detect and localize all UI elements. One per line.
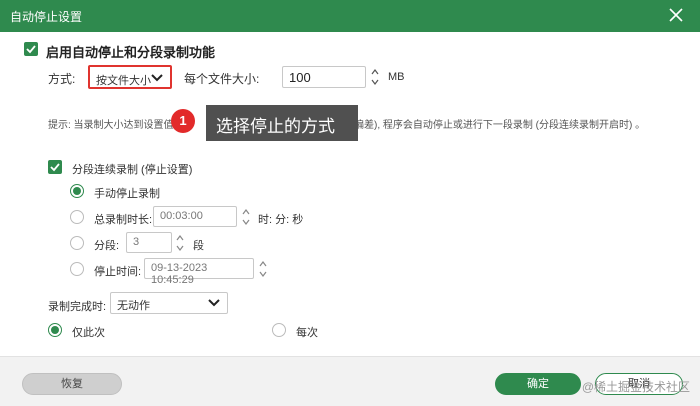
segments-label: 分段: (94, 240, 120, 252)
close-icon[interactable] (666, 5, 686, 25)
segments-stepper[interactable] (174, 232, 186, 252)
title-bar: 自动停止设置 (0, 0, 700, 32)
stepper-up-icon[interactable] (257, 258, 269, 268)
segmented-recording-checkbox[interactable] (48, 160, 62, 174)
hint-text-end: 一定的偏差), 程序会自动停止或进行下一段录制 (分段连续录制开启时) 。 (324, 120, 646, 131)
callout-tooltip: 选择停止的方式 (206, 105, 358, 141)
watermark: @稀土掘金技术社区 (581, 380, 690, 394)
total-duration-input[interactable]: 00:03:00 (153, 206, 237, 227)
every-time-label: 每次 (296, 327, 318, 339)
stop-time-value: 09-13-2023 10:45:29 (151, 262, 208, 286)
segments-input[interactable]: 3 (126, 232, 172, 253)
on-complete-value: 无动作 (117, 300, 150, 312)
stepper-up-icon[interactable] (174, 232, 186, 242)
radio-every-time[interactable] (272, 323, 286, 337)
file-size-unit: MB (388, 71, 405, 83)
file-size-input[interactable]: 100 (282, 66, 366, 88)
segments-unit: 段 (193, 240, 204, 252)
radio-total-duration[interactable] (70, 210, 84, 224)
manual-stop-label: 手动停止录制 (94, 188, 160, 200)
on-complete-select[interactable]: 无动作 (110, 292, 228, 314)
radio-segments[interactable] (70, 236, 84, 250)
total-duration-value: 00:03:00 (160, 210, 203, 222)
stepper-up-icon[interactable] (240, 206, 252, 216)
on-complete-label: 录制完成时: (48, 301, 107, 313)
ok-button[interactable]: 确定 (495, 373, 581, 395)
stop-time-input[interactable]: 09-13-2023 10:45:29 (144, 258, 254, 286)
chevron-down-icon (151, 74, 163, 82)
file-size-value: 100 (289, 70, 311, 85)
this-time-only-label: 仅此次 (72, 327, 105, 339)
radio-manual-stop[interactable] (70, 184, 84, 198)
step-number-badge: 1 (171, 109, 195, 133)
window-title: 自动停止设置 (10, 10, 83, 24)
file-size-stepper[interactable] (369, 66, 381, 86)
total-duration-stepper[interactable] (240, 206, 252, 226)
stepper-down-icon[interactable] (257, 268, 269, 278)
reset-button[interactable]: 恢复 (22, 373, 122, 395)
stepper-down-icon[interactable] (240, 216, 252, 226)
mode-select[interactable]: 按文件大小 (88, 65, 172, 89)
radio-stop-time[interactable] (70, 262, 84, 276)
chevron-down-icon (208, 299, 220, 307)
segments-value: 3 (133, 236, 140, 248)
stop-time-label: 停止时间: (94, 266, 142, 278)
stepper-down-icon[interactable] (174, 242, 186, 252)
total-duration-label: 总录制时长: (94, 214, 153, 226)
check-icon (50, 163, 60, 172)
total-duration-unit: 时: 分: 秒 (258, 214, 304, 226)
stepper-down-icon[interactable] (369, 76, 381, 86)
radio-this-time-only[interactable] (48, 323, 62, 337)
check-icon (26, 45, 36, 54)
hint-text-start: 提示: 当录制大小达到设置值 (48, 120, 174, 131)
stepper-up-icon[interactable] (369, 66, 381, 76)
segmented-recording-label: 分段连续录制 (停止设置) (72, 164, 193, 176)
stop-time-stepper[interactable] (257, 258, 269, 278)
enable-auto-stop-label: 启用自动停止和分段录制功能 (46, 45, 216, 60)
mode-label: 方式: (48, 72, 76, 86)
enable-auto-stop-checkbox[interactable] (24, 42, 38, 56)
file-size-label: 每个文件大小: (184, 72, 260, 86)
mode-select-value: 按文件大小 (96, 75, 151, 87)
